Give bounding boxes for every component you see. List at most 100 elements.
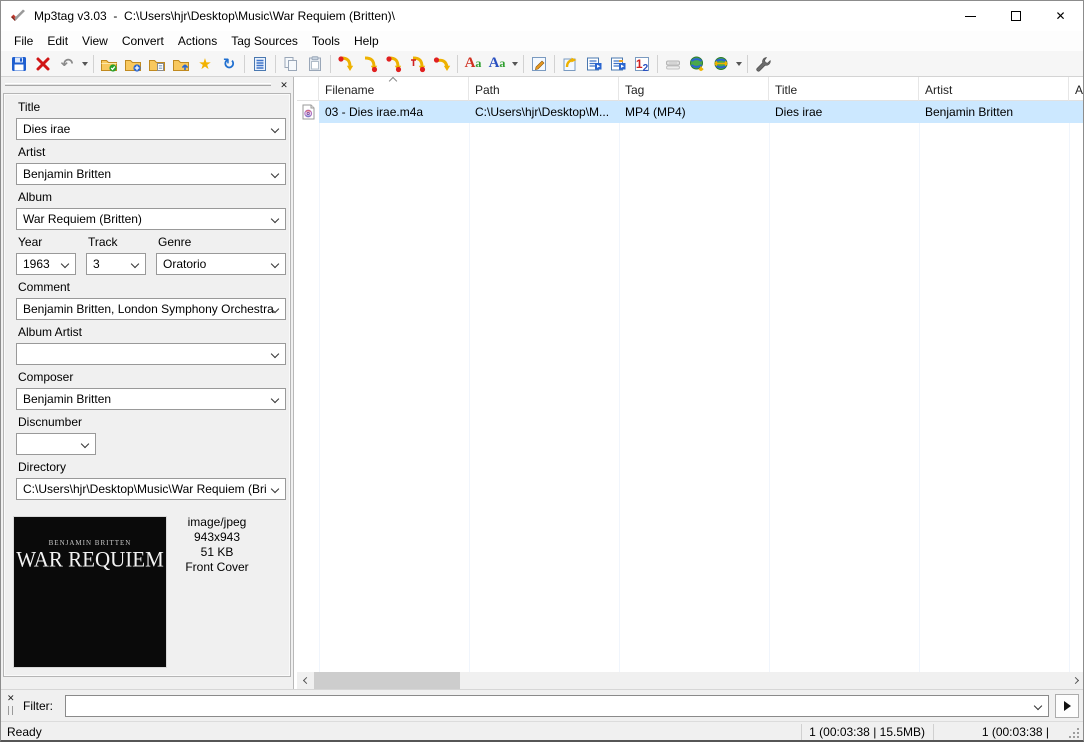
audio-file-icon [297, 101, 319, 123]
extended-tags-icon[interactable] [248, 52, 272, 76]
menu-tools[interactable]: Tools [305, 32, 347, 50]
convert-textfile-tag-icon[interactable] [406, 52, 430, 76]
toolbar-separator [93, 55, 94, 73]
status-ready-text: Ready [7, 725, 42, 739]
menu-view[interactable]: View [75, 32, 115, 50]
convert-filename-tag-icon[interactable] [358, 52, 382, 76]
converter-icon[interactable] [558, 52, 582, 76]
maximize-button[interactable] [993, 1, 1038, 31]
cell-artist[interactable]: Benjamin Britten [919, 101, 1069, 123]
minimize-button[interactable] [948, 1, 993, 31]
cover-filesize: 51 KB [161, 545, 273, 560]
grid-line [769, 101, 770, 672]
column-header-path[interactable]: Path [469, 77, 619, 101]
toolbar-separator [747, 55, 748, 73]
convert-tag-filename-icon[interactable] [334, 52, 358, 76]
cell-album[interactable] [1069, 101, 1084, 123]
scroll-right-arrow[interactable] [1068, 672, 1084, 689]
file-list-header: Filename Path Tag Title Artist Album [297, 77, 1084, 101]
album-artist-combobox[interactable] [16, 343, 286, 365]
scroll-left-arrow[interactable] [297, 672, 314, 689]
export-icon[interactable] [582, 52, 606, 76]
menu-tag-sources[interactable]: Tag Sources [224, 32, 305, 50]
menu-file[interactable]: File [7, 32, 40, 50]
column-header-tag[interactable]: Tag [619, 77, 769, 101]
scrollbar-thumb[interactable] [314, 672, 460, 689]
comment-combobox[interactable]: Benjamin Britten, London Symphony Orches… [16, 298, 286, 320]
web-source-globe-icon[interactable] [685, 52, 709, 76]
filter-combobox[interactable] [65, 695, 1049, 717]
column-header-title[interactable]: Title [769, 77, 919, 101]
filter-label: Filter: [23, 699, 53, 713]
favorites-star-icon[interactable]: ★ [193, 52, 217, 76]
filter-close-icon[interactable]: ✕ [7, 693, 15, 704]
auto-numbering-wizard-icon[interactable]: 12 [630, 52, 654, 76]
discnumber-label: Discnumber [18, 415, 82, 429]
cell-title[interactable]: Dies irae [769, 101, 919, 123]
compare-disabled-icon [661, 52, 685, 76]
paste-tag-icon[interactable] [303, 52, 327, 76]
refresh-icon[interactable]: ↻ [217, 52, 241, 76]
convert-filename-filename-icon[interactable] [382, 52, 406, 76]
filter-grip[interactable] [8, 706, 13, 715]
edit-tag-icon[interactable] [527, 52, 551, 76]
tag-panel-grip[interactable] [5, 83, 271, 86]
menu-edit[interactable]: Edit [40, 32, 75, 50]
favorite-directory-icon[interactable] [169, 52, 193, 76]
composer-value: Benjamin Britten [17, 389, 285, 409]
open-playlist-icon[interactable] [145, 52, 169, 76]
main-area: ✕ Title Dies irae Artist Benjamin Britte… [1, 77, 1083, 689]
chevron-down-icon[interactable] [81, 440, 89, 448]
filter-apply-button[interactable] [1055, 694, 1079, 718]
album-artist-label: Album Artist [18, 325, 82, 339]
status-separator [933, 724, 934, 740]
directory-combobox[interactable]: C:\Users\hjr\Desktop\Music\War Requiem (… [16, 478, 286, 500]
horizontal-scrollbar[interactable] [297, 672, 1084, 689]
cell-filename[interactable]: 03 - Dies irae.m4a [319, 101, 469, 123]
playlist-export-icon[interactable] [606, 52, 630, 76]
remove-tag-icon[interactable] [31, 52, 55, 76]
options-wrench-icon[interactable] [751, 52, 775, 76]
column-header-artist[interactable]: Artist [919, 77, 1069, 101]
album-combobox[interactable]: War Requiem (Britten) [16, 208, 286, 230]
menu-convert[interactable]: Convert [115, 32, 171, 50]
menu-help[interactable]: Help [347, 32, 386, 50]
cell-path[interactable]: C:\Users\hjr\Desktop\M... [469, 101, 619, 123]
year-combobox[interactable]: 1963 [16, 253, 76, 275]
resize-grip[interactable] [1077, 736, 1079, 738]
table-row-selected[interactable]: 03 - Dies irae.m4a C:\Users\hjr\Desktop\… [297, 101, 1084, 123]
genre-combobox[interactable]: Oratorio [156, 253, 286, 275]
change-directory-icon[interactable] [97, 52, 121, 76]
convert-case-icon[interactable]: Aa [461, 52, 485, 76]
actions-icon[interactable]: Aa [485, 52, 509, 76]
close-button[interactable]: ✕ [1038, 1, 1083, 31]
mp3tag-app-icon [10, 8, 26, 24]
album-cover-art[interactable]: BENJAMIN BRITTEN WAR REQUIEM [13, 516, 167, 668]
column-header-album[interactable]: Album [1069, 77, 1084, 101]
artist-combobox[interactable]: Benjamin Britten [16, 163, 286, 185]
tag-sources-globe-icon[interactable] [709, 52, 733, 76]
genre-label: Genre [158, 235, 191, 249]
save-tag-icon[interactable] [7, 52, 31, 76]
scrollbar-track[interactable] [314, 672, 1068, 689]
chevron-down-icon[interactable] [271, 350, 279, 358]
directory-value: C:\Users\hjr\Desktop\Music\War Requiem (… [17, 479, 285, 499]
undo-icon[interactable]: ↶ [55, 52, 79, 76]
filter-input[interactable] [66, 696, 1048, 716]
composer-combobox[interactable]: Benjamin Britten [16, 388, 286, 410]
toolbar-separator [554, 55, 555, 73]
undo-dropdown-chevron[interactable] [79, 52, 90, 76]
title-combobox[interactable]: Dies irae [16, 118, 286, 140]
track-combobox[interactable]: 3 [86, 253, 146, 275]
convert-tag-tag-icon[interactable] [430, 52, 454, 76]
copy-tag-icon[interactable] [279, 52, 303, 76]
discnumber-combobox[interactable] [16, 433, 96, 455]
toolbar-separator [244, 55, 245, 73]
menu-actions[interactable]: Actions [171, 32, 224, 50]
actions-dropdown-chevron[interactable] [509, 52, 520, 76]
add-directory-icon[interactable] [121, 52, 145, 76]
tag-panel-close-icon[interactable]: ✕ [277, 78, 291, 92]
tag-sources-dropdown-chevron[interactable] [733, 52, 744, 76]
cell-tag[interactable]: MP4 (MP4) [619, 101, 769, 123]
column-header-icon[interactable] [297, 77, 319, 101]
